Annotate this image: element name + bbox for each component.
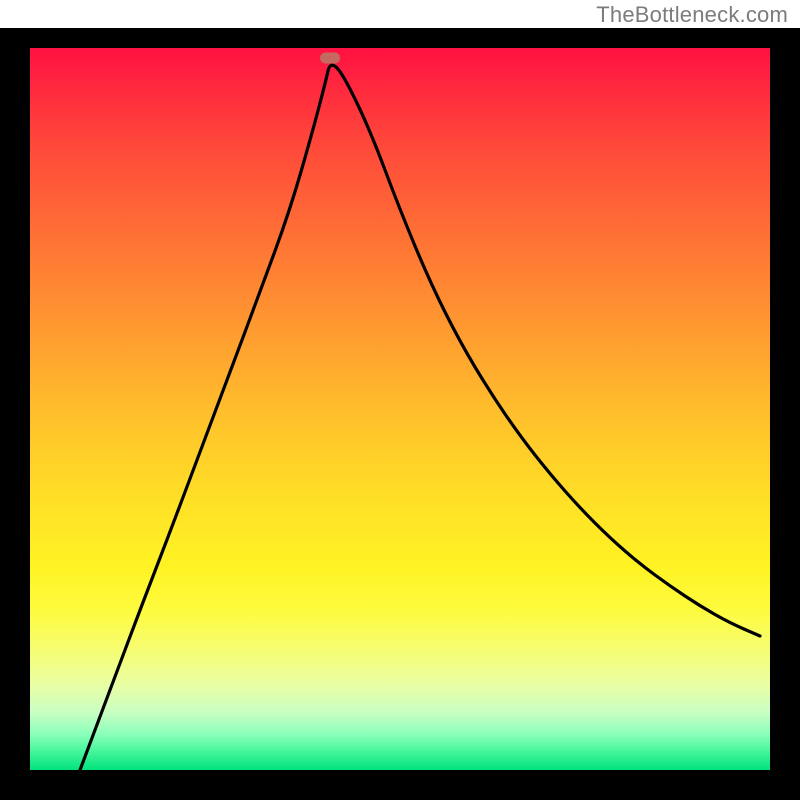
attribution-text: TheBottleneck.com xyxy=(596,2,788,28)
chart-frame xyxy=(0,28,800,800)
plot-area xyxy=(30,48,770,770)
bottleneck-curve xyxy=(80,65,760,770)
chart-container: TheBottleneck.com xyxy=(0,0,800,800)
curve-svg xyxy=(30,48,770,770)
minimum-point-marker xyxy=(320,53,340,64)
